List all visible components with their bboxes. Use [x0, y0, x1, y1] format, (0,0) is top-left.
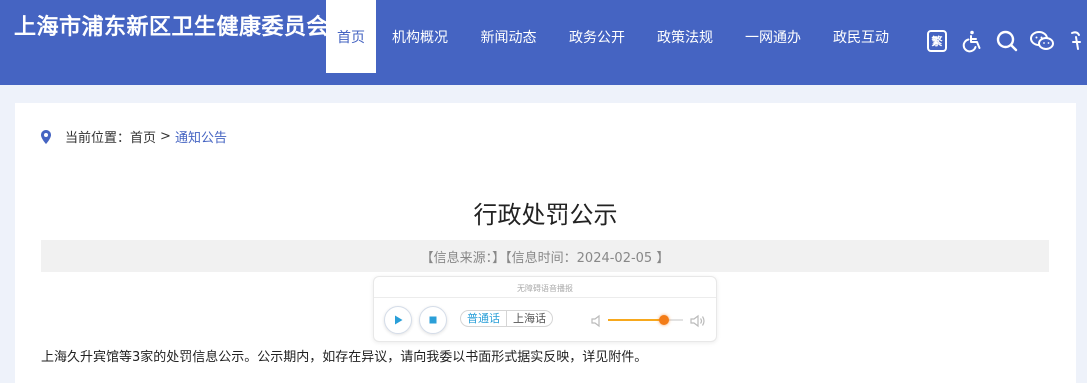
play-icon — [395, 315, 403, 325]
nav-item-interaction[interactable]: 政民互动 — [817, 0, 905, 73]
article-title: 行政处罚公示 — [473, 201, 618, 229]
content-card: 当前位置： 首页 > 通知公告 行政处罚公示 【信息来源：】【信息时间：2024… — [15, 103, 1076, 383]
breadcrumb-prefix: 当前位置： — [65, 131, 131, 146]
volume-high-icon[interactable] — [690, 313, 706, 332]
nav-item-government-affairs[interactable]: 政务公开 — [553, 0, 641, 73]
nav-item-home[interactable]: 首页 — [326, 0, 376, 73]
nav-item-one-stop-service[interactable]: 一网通办 — [729, 0, 817, 73]
nav-item-policies[interactable]: 政策法规 — [641, 0, 729, 73]
weibo-icon[interactable] — [1064, 28, 1087, 54]
stop-button[interactable] — [419, 306, 447, 334]
volume-slider[interactable] — [608, 315, 683, 325]
dialect-toggle: 普通话 上海话 — [460, 310, 553, 327]
breadcrumb: 当前位置： 首页 > 通知公告 — [41, 127, 227, 146]
audio-player-label: 无障碍语音播报 — [517, 284, 573, 293]
main-nav: 首页 机构概况 新闻动态 政务公开 政策法规 一网通办 政民互动 — [326, 0, 905, 73]
audio-player: 无障碍语音播报 普通话 上海话 — [373, 276, 717, 342]
article-meta: 【信息来源：】【信息时间：2024-02-05 】 — [41, 240, 1049, 272]
audio-player-divider — [374, 297, 716, 298]
search-icon[interactable] — [994, 28, 1020, 54]
dialect-option-shanghainese[interactable]: 上海话 — [507, 311, 552, 326]
volume-low-icon[interactable] — [591, 313, 603, 332]
location-pin-icon — [41, 129, 51, 144]
site-header: 上海市浦东新区卫生健康委员会 首页 机构概况 新闻动态 政务公开 政策法规 一网… — [0, 0, 1087, 85]
breadcrumb-current-link[interactable]: 通知公告 — [175, 127, 227, 146]
nav-item-organization[interactable]: 机构概况 — [376, 0, 464, 73]
nav-item-news[interactable]: 新闻动态 — [464, 0, 553, 73]
volume-slider-knob[interactable] — [659, 315, 670, 325]
accessibility-icon[interactable] — [959, 28, 985, 54]
play-button[interactable] — [384, 306, 412, 334]
article-body: 上海久升宾馆等3家的处罚信息公示。公示期内，如存在异议，请向我委以书面形式据实反… — [41, 350, 648, 365]
breadcrumb-separator: > — [160, 129, 171, 144]
stop-icon — [429, 316, 437, 324]
wechat-icon[interactable] — [1029, 28, 1055, 54]
traditional-chinese-icon[interactable]: 繁 — [924, 28, 950, 54]
header-tools: 繁 — [924, 28, 1087, 54]
breadcrumb-home-link[interactable]: 首页 — [130, 127, 156, 146]
site-title[interactable]: 上海市浦东新区卫生健康委员会 — [14, 9, 329, 41]
volume-slider-fill — [608, 319, 665, 321]
traditional-chinese-label: 繁 — [927, 30, 947, 52]
dialect-option-mandarin[interactable]: 普通话 — [461, 311, 507, 326]
